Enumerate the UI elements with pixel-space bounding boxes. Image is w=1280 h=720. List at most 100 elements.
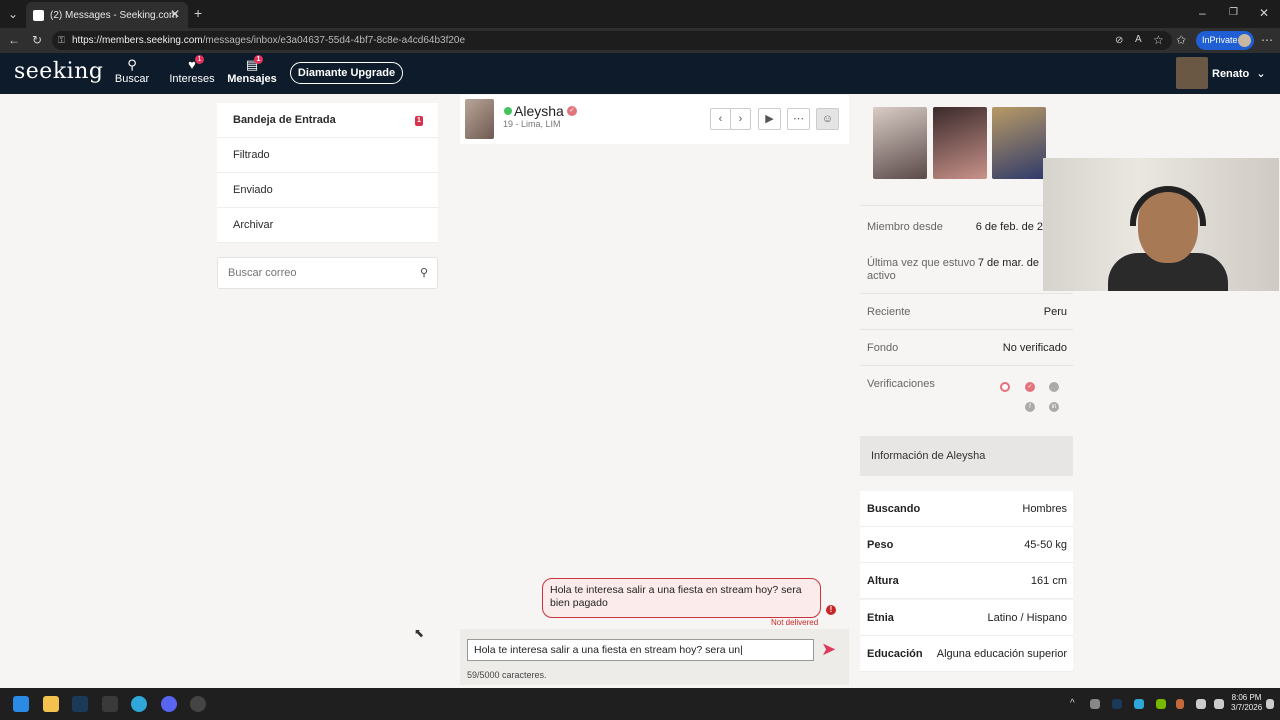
photo-verified-icon[interactable] xyxy=(1000,382,1010,392)
search-icon[interactable]: ⚲ xyxy=(420,266,428,279)
menu-item-label: Bandeja de Entrada xyxy=(233,114,336,126)
id-verified-icon[interactable]: ✓ xyxy=(1025,382,1035,392)
next-conversation-button[interactable]: › xyxy=(730,108,751,130)
divider xyxy=(860,205,1073,206)
network-icon[interactable] xyxy=(1196,699,1206,709)
clock-date: 3/7/2026 xyxy=(1231,703,1263,712)
notification-icon[interactable] xyxy=(1266,699,1274,709)
profile-photo[interactable] xyxy=(933,107,987,179)
windows-start-icon[interactable] xyxy=(13,696,29,712)
restore-icon[interactable]: ❐ xyxy=(1229,6,1238,20)
menu-item-sent[interactable]: Enviado xyxy=(217,173,438,208)
webcam-overlay xyxy=(1043,158,1279,291)
more-options-button[interactable]: ⋯ xyxy=(787,108,810,130)
member-since-row: Miembro desde 6 de feb. de 2 xyxy=(860,221,1073,241)
detail-row-seeking: Buscando Hombres xyxy=(860,491,1073,527)
microphone-icon[interactable] xyxy=(1176,699,1184,709)
taskbar-clock[interactable]: 8:06 PM 3/7/2026 xyxy=(1231,693,1262,713)
search-mail-input[interactable] xyxy=(218,258,398,288)
row-label: Altura xyxy=(867,575,899,587)
minimize-icon[interactable]: – xyxy=(1199,6,1206,20)
menu-item-archive[interactable]: Archivar xyxy=(217,208,438,243)
user-menu[interactable]: Renato ⌄ xyxy=(1212,67,1266,80)
background-row: Fondo No verificado xyxy=(860,342,1073,362)
site-info-icon[interactable]: ⚿ xyxy=(58,31,65,50)
browser-tab[interactable]: (2) Messages - Seeking.com ✕ xyxy=(26,2,188,28)
inbox-count-badge: 1 xyxy=(415,116,423,126)
os-taskbar: ^ 8:06 PM 3/7/2026 xyxy=(0,688,1280,720)
row-label: Reciente xyxy=(867,306,911,318)
row-label: Etnia xyxy=(867,612,894,624)
tray-chevron-icon[interactable]: ^ xyxy=(1070,697,1075,711)
volume-icon[interactable] xyxy=(1214,699,1224,709)
video-icon: ▶ xyxy=(765,113,774,125)
profile-verify-icon[interactable] xyxy=(1049,382,1059,392)
chat-header: Aleysha ✓ 19 - Lima, LIM ‹ › ▶ ⋯ ☺ xyxy=(460,95,849,144)
more-menu-icon[interactable]: ⋯ xyxy=(1261,33,1273,47)
refresh-icon[interactable]: ↻ xyxy=(32,33,42,47)
nav-messages[interactable]: ▤ 1 Mensajes xyxy=(227,55,277,85)
menu-item-filtered[interactable]: Filtrado xyxy=(217,138,438,173)
back-icon[interactable]: ← xyxy=(8,33,20,47)
menu-item-label: Archivar xyxy=(233,219,274,231)
video-call-button[interactable]: ▶ xyxy=(758,108,781,130)
message-input[interactable]: Hola te interesa salir a una fiesta en s… xyxy=(467,639,814,661)
seeking-logo[interactable]: seeking xyxy=(14,59,103,84)
read-aloud-icon[interactable]: A xyxy=(1135,33,1142,47)
inbox-menu: Bandeja de Entrada 1 Filtrado Enviado Ar… xyxy=(217,103,438,243)
error-icon[interactable]: ! xyxy=(826,605,836,615)
row-value: Alguna educación superior xyxy=(936,648,1067,660)
facebook-icon[interactable]: f xyxy=(1025,402,1035,412)
nav-search[interactable]: ⚲ Buscar xyxy=(114,57,150,85)
profile-info-heading: Información de Aleysha xyxy=(860,436,1073,476)
tray-steam-icon[interactable] xyxy=(1112,699,1122,709)
file-explorer-icon[interactable] xyxy=(43,696,59,712)
favorite-star-icon[interactable]: ☆ xyxy=(1153,33,1164,47)
close-tab-icon[interactable]: ✕ xyxy=(170,7,180,21)
favorites-icon[interactable]: ✩ xyxy=(1176,33,1186,47)
row-value: No verificado xyxy=(1002,342,1067,354)
send-button[interactable]: ➤ xyxy=(821,639,845,661)
edge-icon[interactable] xyxy=(131,696,147,712)
tray-nvidia-icon[interactable] xyxy=(1156,699,1166,709)
inprivate-label: InPrivate xyxy=(1202,35,1238,45)
chat-icon: ▤ xyxy=(245,57,259,72)
headphones-icon xyxy=(1130,186,1206,226)
app-icon[interactable] xyxy=(102,696,118,712)
url-field[interactable]: ⚿ https://members.seeking.com/messages/i… xyxy=(52,31,1172,50)
profile-photo[interactable] xyxy=(992,107,1046,179)
window-close-icon[interactable]: ✕ xyxy=(1259,6,1269,20)
row-label: Buscando xyxy=(867,503,921,515)
user-avatar[interactable] xyxy=(1176,57,1208,89)
discord-icon[interactable] xyxy=(161,696,177,712)
new-tab-icon[interactable]: + xyxy=(194,6,202,20)
nav-messages-label: Mensajes xyxy=(227,73,277,85)
username-label: Renato xyxy=(1212,68,1250,80)
contact-avatar[interactable] xyxy=(465,99,494,139)
contact-subtitle: 19 - Lima, LIM xyxy=(503,119,561,129)
online-status-dot xyxy=(504,107,512,115)
detail-row-ethnicity: Etnia Latino / Hispano xyxy=(860,600,1073,636)
menu-item-inbox[interactable]: Bandeja de Entrada 1 xyxy=(217,103,438,138)
tracking-icon[interactable]: ⊘ xyxy=(1115,34,1123,48)
message-input-value: Hola te interesa salir a una fiesta en s… xyxy=(474,644,741,656)
profile-photo[interactable] xyxy=(873,107,927,179)
linkedin-icon[interactable]: in xyxy=(1049,402,1059,412)
tab-list-icon[interactable]: ⌄ xyxy=(8,7,18,21)
address-bar-row: ← ↻ ⚿ https://members.seeking.com/messag… xyxy=(0,28,1280,53)
profile-toggle-button[interactable]: ☺ xyxy=(816,108,839,130)
steam-icon[interactable] xyxy=(72,696,88,712)
inprivate-badge[interactable]: InPrivate xyxy=(1196,31,1254,50)
tray-icon[interactable] xyxy=(1090,699,1100,709)
prev-conversation-button[interactable]: ‹ xyxy=(710,108,731,130)
browser-tab-bar: ⌄ (2) Messages - Seeking.com ✕ + – ❐ ✕ xyxy=(0,0,1280,28)
upgrade-button[interactable]: Diamante Upgrade xyxy=(290,62,403,84)
contact-name[interactable]: Aleysha xyxy=(514,103,564,119)
tab-title: (2) Messages - Seeking.com xyxy=(50,9,178,21)
search-mail-box: ⚲ xyxy=(217,257,438,289)
row-value: Hombres xyxy=(1022,503,1067,515)
app-icon[interactable] xyxy=(190,696,206,712)
row-value: 161 cm xyxy=(1030,575,1067,587)
nav-interests[interactable]: ♥ 1 Intereses xyxy=(168,55,216,85)
tray-edge-icon[interactable] xyxy=(1134,699,1144,709)
